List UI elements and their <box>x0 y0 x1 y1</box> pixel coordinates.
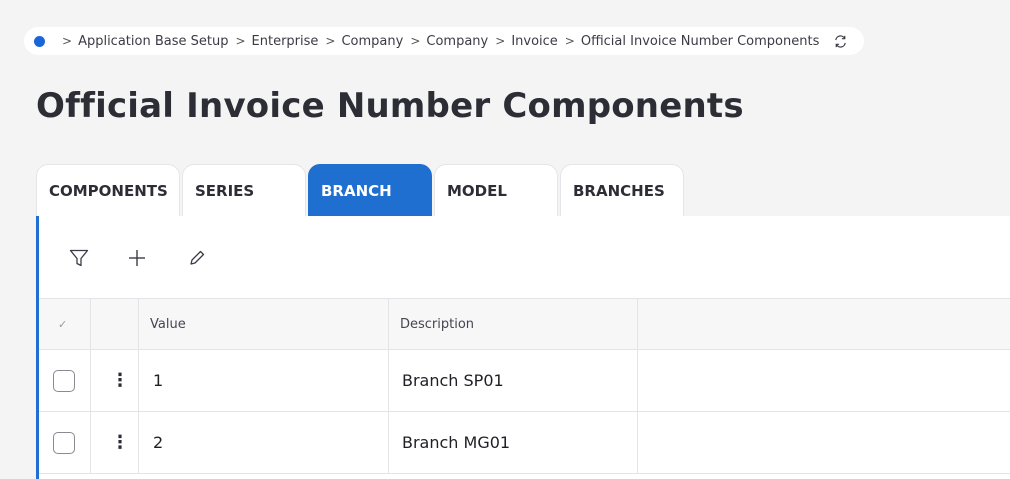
table-row[interactable]: ⋮ 2 Branch MG01 <box>39 412 1010 474</box>
breadcrumb-item-application-base-setup[interactable]: Application Base Setup <box>78 34 228 49</box>
add-icon[interactable] <box>123 244 151 272</box>
row-menu-icon[interactable]: ⋮ <box>111 350 129 411</box>
breadcrumb-separator: > <box>410 34 421 48</box>
column-header-description[interactable]: Description <box>400 299 474 349</box>
cell-description: Branch SP01 <box>402 371 504 390</box>
cell-description: Branch MG01 <box>402 433 511 452</box>
page-title: Official Invoice Number Components <box>36 86 744 126</box>
tab-bar: COMPONENTS SERIES BRANCH MODEL BRANCHES <box>36 164 686 216</box>
grid-header: ✓ Value Description <box>39 298 1010 350</box>
tab-branches[interactable]: BRANCHES <box>560 164 684 216</box>
breadcrumb-item-enterprise[interactable]: Enterprise <box>252 34 319 49</box>
row-checkbox[interactable] <box>53 431 75 454</box>
breadcrumb-item-company[interactable]: Company <box>341 34 403 49</box>
tab-components[interactable]: COMPONENTS <box>36 164 180 216</box>
row-menu-icon[interactable]: ⋮ <box>111 412 129 473</box>
tab-series[interactable]: SERIES <box>182 164 306 216</box>
grid-toolbar <box>39 216 1010 298</box>
cell-value: 2 <box>153 433 164 452</box>
breadcrumb-separator: > <box>62 34 73 48</box>
tab-model[interactable]: MODEL <box>434 164 558 216</box>
home-dot-icon[interactable] <box>34 35 45 47</box>
filter-icon[interactable] <box>65 244 93 272</box>
cell-value: 1 <box>153 371 164 390</box>
table-row[interactable]: ⋮ 1 Branch SP01 <box>39 350 1010 412</box>
edit-icon[interactable] <box>183 244 211 272</box>
breadcrumb-item-current: Official Invoice Number Components <box>580 33 820 49</box>
select-all-check[interactable]: ✓ <box>58 299 67 349</box>
tab-branch[interactable]: BRANCH <box>308 164 432 216</box>
breadcrumb-separator: > <box>495 34 506 48</box>
column-header-value[interactable]: Value <box>150 299 186 349</box>
breadcrumb-item-company-2[interactable]: Company <box>426 34 488 49</box>
breadcrumb-separator: > <box>564 34 575 48</box>
refresh-icon[interactable] <box>833 34 848 49</box>
breadcrumb-separator: > <box>235 34 246 48</box>
breadcrumb-item-invoice[interactable]: Invoice <box>511 34 557 49</box>
breadcrumb-separator: > <box>325 34 336 48</box>
branch-grid: ✓ Value Description ⋮ 1 Branch SP01 ⋮ 2 <box>39 298 1010 474</box>
row-checkbox[interactable] <box>53 369 75 392</box>
breadcrumb: > Application Base Setup > Enterprise > … <box>24 27 865 55</box>
branch-panel: ✓ Value Description ⋮ 1 Branch SP01 ⋮ 2 <box>36 216 1010 479</box>
